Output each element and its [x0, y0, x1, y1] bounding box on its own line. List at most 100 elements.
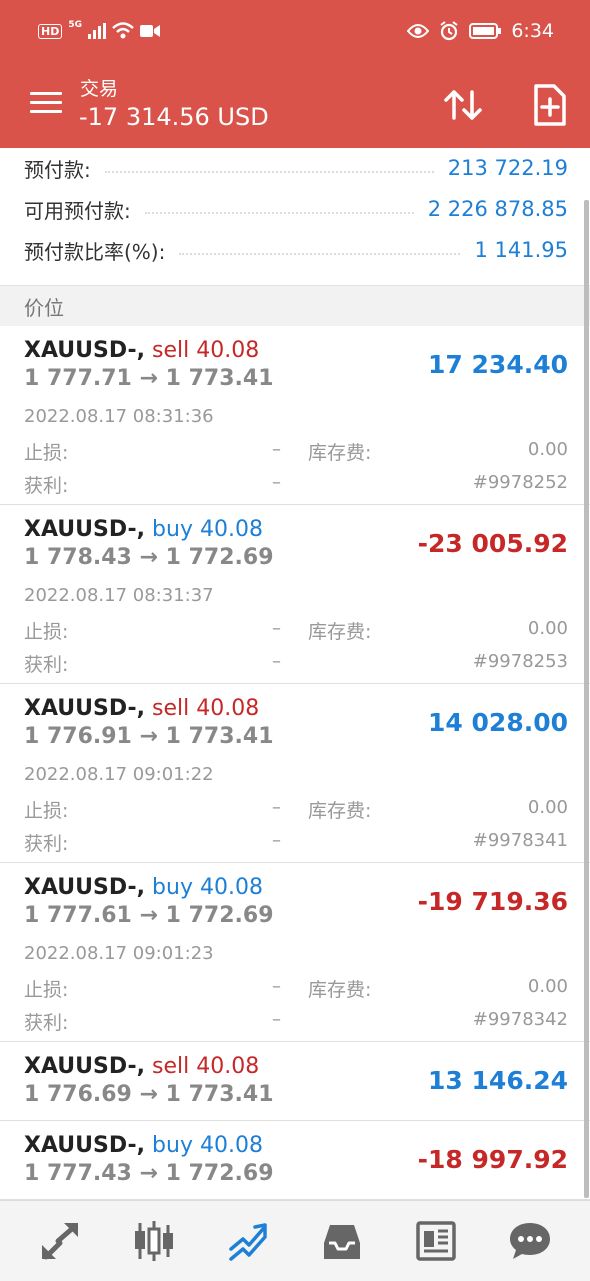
side: sell	[152, 1054, 190, 1079]
page-subtitle: 交易	[80, 78, 119, 100]
symbol: XAUUSD-,	[24, 1133, 146, 1158]
sl-value: –	[272, 976, 281, 997]
volume: 40.08	[199, 517, 263, 542]
position-symbol-line: XAUUSD-, sell 40.08	[24, 696, 259, 721]
position-prices: 1 778.43 → 1 772.69	[24, 545, 274, 570]
section-label: 价位	[24, 296, 64, 320]
ticket-number: #9978342	[472, 1009, 568, 1030]
position-row[interactable]: XAUUSD-, sell 40.08 1 776.69 → 1 773.41 …	[0, 1042, 590, 1121]
position-profit: 13 146.24	[428, 1066, 568, 1095]
tp-value: –	[272, 830, 281, 851]
swap-label: 库存费:	[308, 800, 372, 822]
open-time: 2022.08.17 08:31:37	[24, 585, 214, 606]
open-price: 1 776.91	[24, 724, 132, 749]
menu-icon[interactable]	[30, 92, 62, 116]
dotted-leader	[104, 171, 434, 173]
side: buy	[152, 875, 193, 900]
position-row[interactable]: XAUUSD-, sell 40.08 1 777.71 → 1 773.41 …	[0, 326, 590, 505]
news-icon[interactable]	[414, 1219, 458, 1263]
trade-trend-icon[interactable]	[227, 1219, 271, 1263]
symbol: XAUUSD-,	[24, 1054, 146, 1079]
eye-icon	[407, 24, 430, 38]
app-bar: 交易 -17 314.56 USD	[0, 68, 590, 148]
arrow-right-icon: →	[139, 366, 158, 391]
position-prices: 1 777.43 → 1 772.69	[24, 1161, 274, 1186]
summary-row-margin-level: 预付款比率(%): 1 141.95	[24, 230, 568, 270]
summary-label: 可用预付款:	[24, 198, 131, 223]
position-row[interactable]: XAUUSD-, buy 40.08 1 777.43 → 1 772.69 -…	[0, 1121, 590, 1200]
open-price: 1 778.43	[24, 545, 132, 570]
volume: 40.08	[199, 1133, 263, 1158]
side: buy	[152, 517, 193, 542]
clock: 6:34	[511, 20, 554, 42]
arrow-right-icon: →	[139, 545, 158, 570]
current-price: 1 773.41	[165, 1082, 274, 1107]
alarm-icon	[440, 21, 458, 41]
tp-label: 获利:	[24, 475, 69, 497]
ticket-number: #9978341	[472, 830, 568, 851]
position-symbol-line: XAUUSD-, sell 40.08	[24, 338, 259, 363]
open-time: 2022.08.17 09:01:22	[24, 764, 214, 785]
position-row[interactable]: XAUUSD-, buy 40.08 1 778.43 → 1 772.69 -…	[0, 505, 590, 684]
current-price: 1 773.41	[165, 366, 274, 391]
arrow-right-icon: →	[139, 903, 158, 928]
sl-value: –	[272, 797, 281, 818]
volume: 40.08	[196, 338, 260, 363]
network-type: 5G	[68, 20, 82, 30]
summary-row-margin: 预付款: 213 722.19	[24, 148, 568, 188]
sl-label: 止损:	[24, 979, 69, 1001]
symbol: XAUUSD-,	[24, 875, 146, 900]
history-inbox-icon[interactable]	[320, 1219, 364, 1263]
volume: 40.08	[196, 1054, 260, 1079]
tp-label: 获利:	[24, 833, 69, 855]
swap-label: 库存费:	[308, 621, 372, 643]
bottom-navigation	[0, 1200, 590, 1281]
summary-label: 预付款:	[24, 157, 91, 182]
position-prices: 1 776.91 → 1 773.41	[24, 724, 274, 749]
side: sell	[152, 338, 190, 363]
position-profit: -19 719.36	[417, 887, 568, 916]
position-row[interactable]: XAUUSD-, buy 40.08 1 777.61 → 1 772.69 -…	[0, 863, 590, 1042]
swap-label: 库存费:	[308, 979, 372, 1001]
position-prices: 1 777.71 → 1 773.41	[24, 366, 274, 391]
open-price: 1 777.61	[24, 903, 132, 928]
swap-value: 0.00	[527, 797, 568, 818]
swap-value: 0.00	[527, 439, 568, 460]
sl-value: –	[272, 618, 281, 639]
tp-value: –	[272, 1009, 281, 1030]
position-profit: -23 005.92	[417, 529, 568, 558]
chat-bubble-icon[interactable]	[508, 1219, 552, 1263]
tp-label: 获利:	[24, 654, 69, 676]
new-order-icon[interactable]	[530, 82, 570, 128]
current-price: 1 773.41	[165, 724, 274, 749]
current-price: 1 772.69	[165, 545, 274, 570]
current-price: 1 772.69	[165, 903, 274, 928]
side: buy	[152, 1133, 193, 1158]
signal-icon	[88, 23, 106, 39]
sort-icon[interactable]	[440, 82, 486, 128]
position-prices: 1 776.69 → 1 773.41	[24, 1082, 274, 1107]
volume: 40.08	[196, 696, 260, 721]
battery-icon	[469, 23, 502, 39]
arrow-right-icon: →	[139, 724, 158, 749]
volume: 40.08	[199, 875, 263, 900]
position-profit: 17 234.40	[428, 350, 568, 379]
sl-label: 止损:	[24, 442, 69, 464]
account-summary: 预付款: 213 722.19 可用预付款: 2 226 878.85 预付款比…	[0, 148, 590, 284]
summary-label: 预付款比率(%):	[24, 239, 166, 264]
arrow-right-icon: →	[139, 1161, 158, 1186]
side: sell	[152, 696, 190, 721]
open-time: 2022.08.17 08:31:36	[24, 406, 214, 427]
swap-value: 0.00	[527, 618, 568, 639]
swap-label: 库存费:	[308, 442, 372, 464]
tp-value: –	[272, 472, 281, 493]
summary-value: 2 226 878.85	[427, 197, 568, 221]
symbol: XAUUSD-,	[24, 338, 146, 363]
position-row[interactable]: XAUUSD-, sell 40.08 1 776.91 → 1 773.41 …	[0, 684, 590, 863]
dotted-leader	[179, 253, 461, 255]
symbol: XAUUSD-,	[24, 696, 146, 721]
quotes-arrows-icon[interactable]	[38, 1219, 82, 1263]
candlestick-chart-icon[interactable]	[132, 1219, 176, 1263]
arrow-right-icon: →	[139, 1082, 158, 1107]
scrollbar[interactable]	[584, 200, 589, 1198]
